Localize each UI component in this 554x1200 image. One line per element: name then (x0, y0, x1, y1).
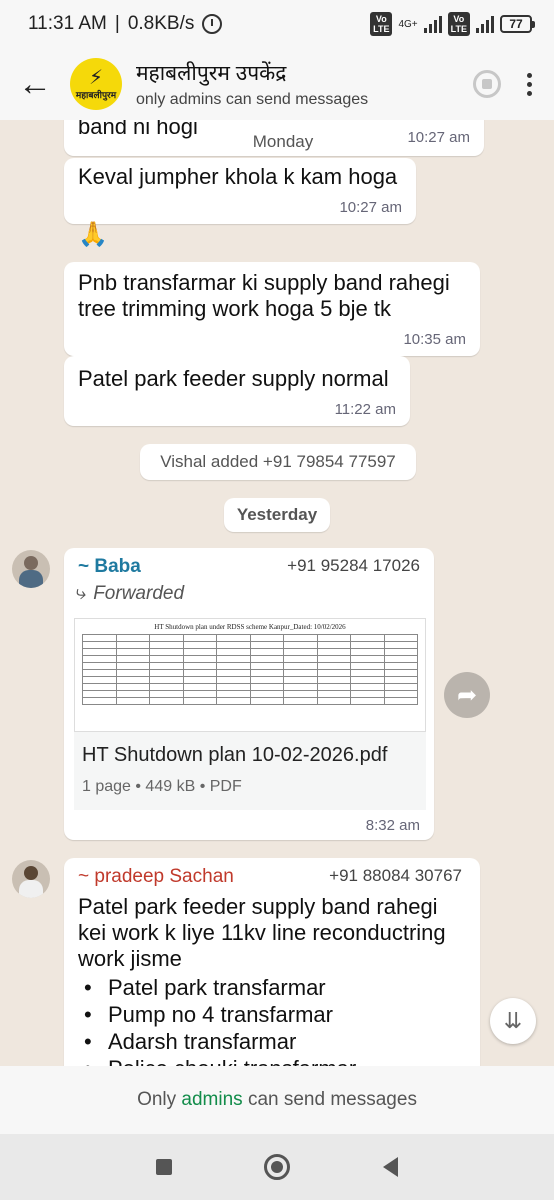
message-text: Patel park feeder supply normal (78, 366, 389, 391)
network-type: 4G+ (398, 18, 418, 30)
group-info[interactable]: महाबलीपुरम उपकेंद्र only admins can send… (136, 59, 368, 109)
alarm-icon (202, 14, 223, 34)
list-item: Adarsh transfarmar (78, 1028, 356, 1055)
recents-icon[interactable] (156, 1159, 173, 1175)
date-chip: Monday (228, 128, 338, 156)
sender-name[interactable]: ~ pradeep Sachan (78, 866, 234, 888)
avatar[interactable] (12, 860, 50, 898)
chevron-double-down-icon[interactable]: ⇊ (490, 998, 536, 1044)
group-subtitle: only admins can send messages (136, 91, 369, 108)
volte-badge-1: Vo LTE (370, 12, 393, 36)
message-time: 10:35 am (403, 331, 466, 348)
document-message[interactable]: ~ Baba +91 95284 17026 ⤷ Forwarded HT Sh… (64, 548, 434, 840)
lightning-icon: ⚡ (88, 66, 104, 89)
home-icon[interactable] (264, 1154, 291, 1180)
chat-area[interactable]: band ni hogi 10:27 am Monday Keval jumph… (0, 120, 554, 1066)
message-text: Patel park feeder supply band rahegi kei… (78, 894, 446, 971)
sender-name[interactable]: ~ Baba (78, 556, 141, 578)
system-nav-bar (0, 1134, 554, 1200)
forwarded-text: Forwarded (93, 582, 185, 604)
message-bubble[interactable]: Pnb transfarmar ki supply band rahegi tr… (64, 262, 480, 356)
forward-share-icon[interactable]: ➦ (444, 672, 490, 718)
message-time: 10:27 am (407, 129, 470, 146)
sender-phone: +91 95284 17026 (287, 556, 420, 575)
status-time: 11:31 AM (28, 13, 107, 34)
document-info[interactable]: HT Shutdown plan 10-02-2026.pdf 1 page •… (74, 732, 426, 810)
date-label: Monday (252, 132, 314, 151)
message-text: Keval jumpher khola k kam hoga (78, 164, 398, 189)
network-speed: 0.8KB/s (127, 13, 195, 34)
document-preview[interactable]: HT Shutdown plan under RDSS scheme Kanpu… (74, 618, 426, 732)
bullet-list: Patel park transfarmar Pump no 4 transfa… (78, 974, 356, 1066)
list-item: Patel park transfarmar (78, 974, 356, 1001)
system-message: Vishal added +91 79854 77597 (140, 444, 416, 480)
battery-icon: 77 (500, 15, 535, 33)
group-call-icon[interactable] (473, 70, 501, 98)
arrow-left-icon[interactable]: ← (0, 48, 70, 120)
more-vert-icon[interactable] (527, 72, 532, 96)
preview-table (82, 634, 418, 705)
date-chip: Yesterday (224, 498, 330, 532)
message-text: Pnb transfarmar ki supply band rahegi tr… (78, 270, 450, 321)
message-time: 11:22 am (334, 401, 396, 418)
file-meta: 1 page • 449 kB • PDF (82, 778, 242, 795)
forwarded-label: ⤷ Forwarded (74, 582, 184, 605)
back-icon[interactable] (382, 1157, 398, 1177)
sender-phone: +91 88084 30767 (329, 866, 462, 885)
signal-icon-1 (423, 15, 442, 33)
list-item: Pump no 4 transfarmar (78, 1001, 356, 1028)
status-bar: 11:31 AM | 0.8KB/s Vo LTE 4G+ Vo LTE 77 (0, 0, 554, 48)
group-name: महाबलीपुरम उपकेंद्र (136, 62, 287, 85)
admins-link[interactable]: admins (181, 1089, 242, 1111)
chat-header: ← ⚡ महाबलीपुरम महाबलीपुरम उपकेंद्र only … (0, 48, 554, 120)
preview-title: HT Shutdown plan under RDSS scheme Kanpu… (154, 623, 346, 631)
group-avatar[interactable]: ⚡ महाबलीपुरम (70, 58, 122, 110)
system-message-text: Vishal added +91 79854 77597 (160, 452, 396, 471)
avatar[interactable] (12, 550, 50, 588)
signal-icon-2 (476, 15, 494, 33)
message-time: 10:27 am (339, 199, 402, 216)
message-text: band ni hogi (78, 120, 198, 139)
footer-text-post: can send messages (242, 1089, 417, 1110)
message-time: 8:32 am (365, 817, 420, 834)
list-item: Police chouki transfarmar (78, 1055, 356, 1066)
footer-text-pre: Only (137, 1089, 182, 1110)
read-only-footer: Only admins can send messages (0, 1066, 554, 1134)
volte-badge-2: Vo LTE (447, 12, 470, 36)
folded-hands-emoji: 🙏 (78, 221, 108, 248)
avatar-text: महाबलीपुरम (75, 89, 117, 100)
message-bubble[interactable]: Keval jumpher khola k kam hoga 10:27 am (64, 158, 416, 224)
message-bubble[interactable]: ~ pradeep Sachan +91 88084 30767 Patel p… (64, 858, 480, 1066)
forward-icon: ⤷ (74, 582, 86, 604)
date-label: Yesterday (236, 505, 318, 524)
file-name: HT Shutdown plan 10-02-2026.pdf (82, 744, 388, 766)
message-bubble[interactable]: Patel park feeder supply normal 11:22 am (64, 356, 410, 426)
